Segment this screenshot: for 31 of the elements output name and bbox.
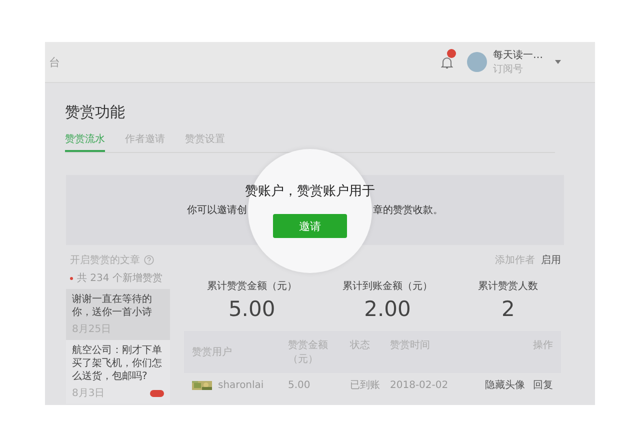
table-cell-text: 2018-02-02	[390, 380, 450, 390]
article-title: 航空公司：刚才下单买了架飞机，你们怎么送货，包邮吗?	[72, 344, 163, 383]
table-cell-text: 5.00	[288, 380, 312, 390]
article-title: 谢谢一直在等待的你，送你一首小诗	[72, 293, 153, 319]
stat-label: 累计到账金额（元）	[342, 280, 432, 293]
account-type: 订阅号	[493, 63, 524, 76]
section-heading: 开启赞赏的文章	[70, 254, 140, 267]
stat-label: 累计赞赏人数	[478, 280, 538, 293]
caret-icon[interactable]	[555, 60, 561, 64]
enable-link[interactable]: 启用	[541, 253, 561, 267]
table-cell: sharonlai	[218, 380, 264, 390]
table-cell-text: 已到账	[350, 378, 381, 392]
banner-text: 章的赞赏收款。	[373, 204, 443, 217]
bell-icon[interactable]	[441, 56, 453, 70]
stat-value: 5.00	[228, 297, 276, 321]
banner-text: 你可以邀请创	[187, 204, 247, 217]
stat-value: 2	[501, 297, 515, 321]
page-title: 赞赏功能	[65, 103, 126, 122]
action-link[interactable]: 隐藏头像	[485, 378, 525, 392]
article-date: 8月3日	[72, 387, 105, 400]
invite-button[interactable]: 邀请	[273, 214, 347, 238]
account-name[interactable]: 每天读一…	[493, 48, 543, 62]
action-link[interactable]: 回复	[533, 378, 553, 392]
header-title: 台	[49, 54, 61, 70]
stat-value: 2.00	[364, 297, 411, 321]
stat-label: 累计赞赏金额（元）	[206, 280, 297, 293]
author-label: 添加作者	[495, 254, 535, 267]
new-count: 共 234 个新增赞赏	[77, 272, 162, 285]
magnified-text: 赞账户，赞赏账户用于	[245, 183, 375, 200]
dot-icon	[70, 276, 73, 280]
article-item[interactable]: 航空公司：刚才下单买了架飞机，你们怎么送货，包邮吗? 8月3日	[66, 340, 170, 404]
